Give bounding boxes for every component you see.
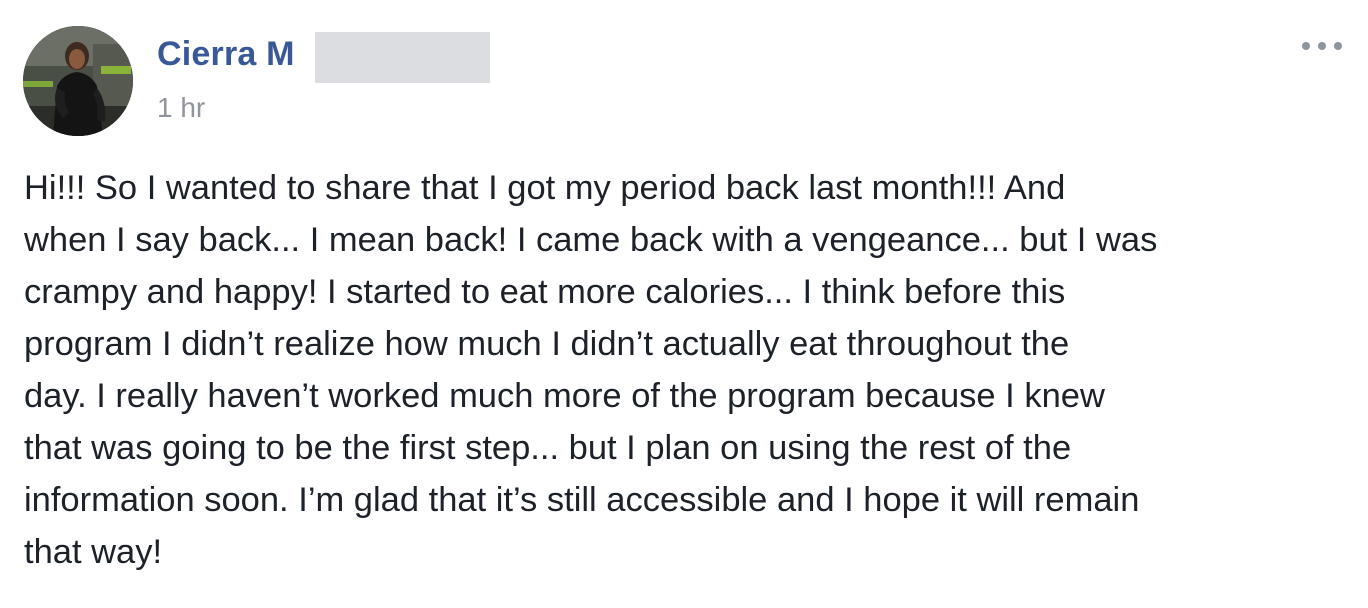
ellipsis-icon <box>1334 42 1342 50</box>
post-body-line: when I say back... I mean back! I came b… <box>24 221 1158 259</box>
post-body-line: program I didn’t realize how much I didn… <box>24 325 1070 363</box>
post-body-line: Hi!!! So I wanted to share that I got my… <box>24 169 1066 207</box>
avatar[interactable] <box>23 26 133 136</box>
facebook-post: Cierra M 1 hr Hi!!! So I wanted to share… <box>0 0 1368 608</box>
more-options-button[interactable] <box>1302 32 1342 60</box>
profile-photo <box>23 26 133 136</box>
post-body: Hi!!! So I wanted to share that I got my… <box>24 162 1349 578</box>
name-redaction-block <box>315 32 490 83</box>
post-body-line: crampy and happy! I started to eat more … <box>24 273 1066 311</box>
author-name[interactable]: Cierra M <box>157 32 295 76</box>
post-timestamp[interactable]: 1 hr <box>157 88 205 128</box>
post-body-line: day. I really haven’t worked much more o… <box>24 377 1105 415</box>
ellipsis-icon <box>1318 42 1326 50</box>
ellipsis-icon <box>1302 42 1310 50</box>
post-body-line: that was going to be the first step... b… <box>24 429 1072 467</box>
post-body-line: information soon. I’m glad that it’s sti… <box>24 481 1140 519</box>
post-body-line: that way! <box>24 533 163 571</box>
